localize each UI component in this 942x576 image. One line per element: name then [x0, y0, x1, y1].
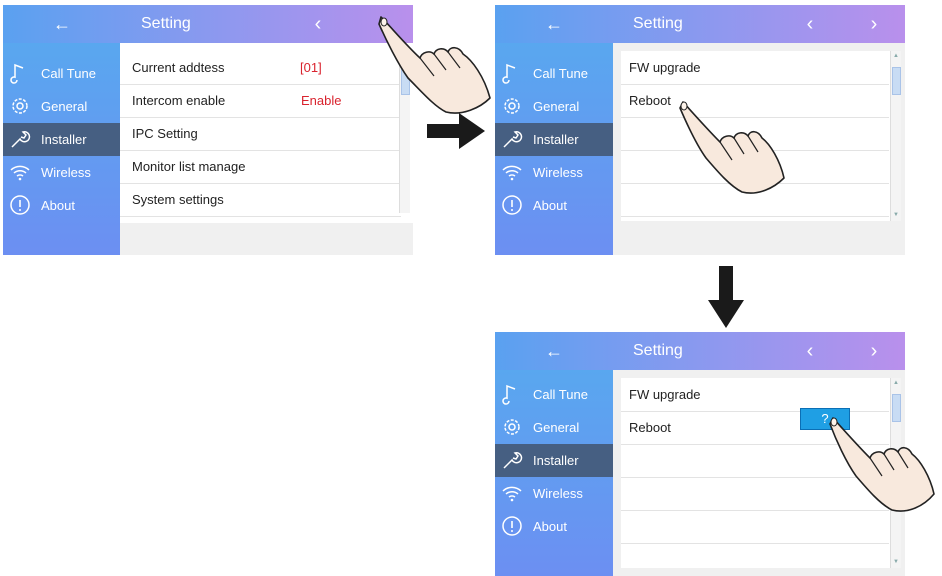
page-title: Setting: [633, 15, 683, 32]
pointing-hand-icon: [378, 16, 491, 114]
info-icon: [502, 516, 522, 536]
sidebar-item-label: General: [41, 99, 88, 114]
row-value: [01]: [300, 60, 322, 75]
pointing-hand-icon: [679, 101, 785, 194]
page-title: Setting: [633, 342, 683, 359]
list-item-monitor-list[interactable]: Monitor list manage: [120, 150, 401, 184]
sidebar-item-installer[interactable]: Installer: [495, 444, 613, 477]
sidebar-item-wireless[interactable]: Wireless: [495, 156, 613, 189]
list-item-intercom-enable[interactable]: Intercom enable Enable: [120, 84, 401, 118]
prev-page-button[interactable]: ‹: [795, 5, 825, 43]
scrollbar[interactable]: ▲ ▼: [890, 51, 901, 221]
pointing-hand-icon: [829, 417, 935, 512]
gear-icon: [504, 419, 520, 435]
list-item-ipc-setting[interactable]: IPC Setting: [120, 117, 401, 151]
back-button[interactable]: ←: [495, 5, 613, 43]
back-button[interactable]: ←: [495, 332, 613, 370]
sidebar-item-label: Wireless: [533, 165, 583, 180]
sidebar-item-label: About: [533, 519, 567, 534]
wrench-icon: [503, 452, 523, 469]
sidebar-item-label: About: [41, 198, 75, 213]
sidebar-item-call-tune[interactable]: Call Tune: [495, 378, 613, 411]
sidebar-item-label: About: [533, 198, 567, 213]
sidebar-item-label: Wireless: [533, 486, 583, 501]
row-label: Intercom enable: [132, 93, 226, 108]
sidebar-item-label: Call Tune: [533, 387, 588, 402]
sidebar: Call Tune General Installer Wireless Abo…: [495, 43, 613, 255]
sidebar-item-label: Installer: [533, 453, 579, 468]
row-value: Enable: [301, 93, 342, 108]
row-label: FW upgrade: [629, 387, 701, 402]
row-label: Reboot: [629, 420, 671, 435]
scroll-down-icon[interactable]: ▼: [892, 558, 900, 566]
info-icon: [502, 195, 522, 215]
sidebar-item-label: General: [533, 99, 580, 114]
header-bar: ← Setting ‹: [3, 5, 413, 43]
prev-page-button[interactable]: ‹: [303, 5, 333, 43]
next-page-button[interactable]: ›: [859, 332, 889, 370]
sidebar-item-installer[interactable]: Installer: [495, 123, 613, 156]
row-label: IPC Setting: [132, 126, 198, 141]
sidebar-item-installer[interactable]: Installer: [3, 123, 121, 156]
screen-installer-menu: ← Setting ‹ Call Tune General Installer …: [3, 5, 413, 255]
page-title: Setting: [141, 15, 191, 32]
scroll-up-icon[interactable]: ▲: [892, 379, 900, 387]
header-bar: ← Setting ‹ ›: [495, 5, 905, 43]
row-label: Reboot: [629, 93, 671, 108]
sidebar: Call Tune General Installer Wireless Abo…: [495, 370, 613, 576]
sidebar-item-label: Installer: [533, 132, 579, 147]
sidebar-item-call-tune[interactable]: Call Tune: [495, 57, 613, 90]
row-label: Monitor list manage: [132, 159, 246, 174]
sidebar-item-general[interactable]: General: [495, 90, 613, 123]
sidebar-item-general[interactable]: General: [3, 90, 121, 123]
list-item-fw-upgrade[interactable]: FW upgrade: [621, 51, 889, 85]
next-page-button[interactable]: ›: [859, 5, 889, 43]
sidebar-item-label: Wireless: [41, 165, 91, 180]
wifi-icon: [502, 165, 522, 181]
sidebar-item-about[interactable]: About: [3, 189, 121, 222]
sidebar-item-wireless[interactable]: Wireless: [3, 156, 121, 189]
music-note-icon: [502, 384, 516, 405]
music-note-icon: [10, 63, 24, 84]
settings-list: Current addtess [01] Intercom enable Ena…: [120, 43, 413, 255]
sidebar-item-wireless[interactable]: Wireless: [495, 477, 613, 510]
list-item-system-settings[interactable]: System settings: [120, 183, 401, 217]
wifi-icon: [502, 486, 522, 502]
sidebar-item-label: General: [533, 420, 580, 435]
header-bar: ← Setting ‹ ›: [495, 332, 905, 370]
row-label: FW upgrade: [629, 60, 701, 75]
scroll-down-icon[interactable]: ▼: [892, 211, 900, 219]
prev-page-button[interactable]: ‹: [795, 332, 825, 370]
gear-icon: [12, 98, 28, 114]
info-icon: [10, 195, 30, 215]
list-item-fw-upgrade[interactable]: FW upgrade: [621, 378, 889, 412]
wrench-icon: [503, 131, 523, 148]
sidebar-item-label: Call Tune: [41, 66, 96, 81]
sidebar-item-label: Installer: [41, 132, 87, 147]
wifi-icon: [10, 165, 30, 181]
panel-footer: [120, 223, 413, 255]
sidebar: Call Tune General Installer Wireless Abo…: [3, 43, 121, 255]
sidebar-item-about[interactable]: About: [495, 189, 613, 222]
scroll-up-icon[interactable]: ▲: [892, 52, 900, 60]
list-item-current-address[interactable]: Current addtess [01]: [120, 51, 401, 85]
wrench-icon: [11, 131, 31, 148]
row-label: System settings: [132, 192, 224, 207]
sidebar-item-call-tune[interactable]: Call Tune: [3, 57, 121, 90]
music-note-icon: [502, 63, 516, 84]
down-arrow-icon: [708, 266, 744, 328]
sidebar-item-general[interactable]: General: [495, 411, 613, 444]
row-label: Current addtess: [132, 60, 225, 75]
sidebar-item-label: Call Tune: [533, 66, 588, 81]
back-button[interactable]: ←: [3, 5, 121, 43]
gear-icon: [504, 98, 520, 114]
sidebar-item-about[interactable]: About: [495, 510, 613, 543]
scrollbar-thumb[interactable]: [892, 67, 901, 95]
